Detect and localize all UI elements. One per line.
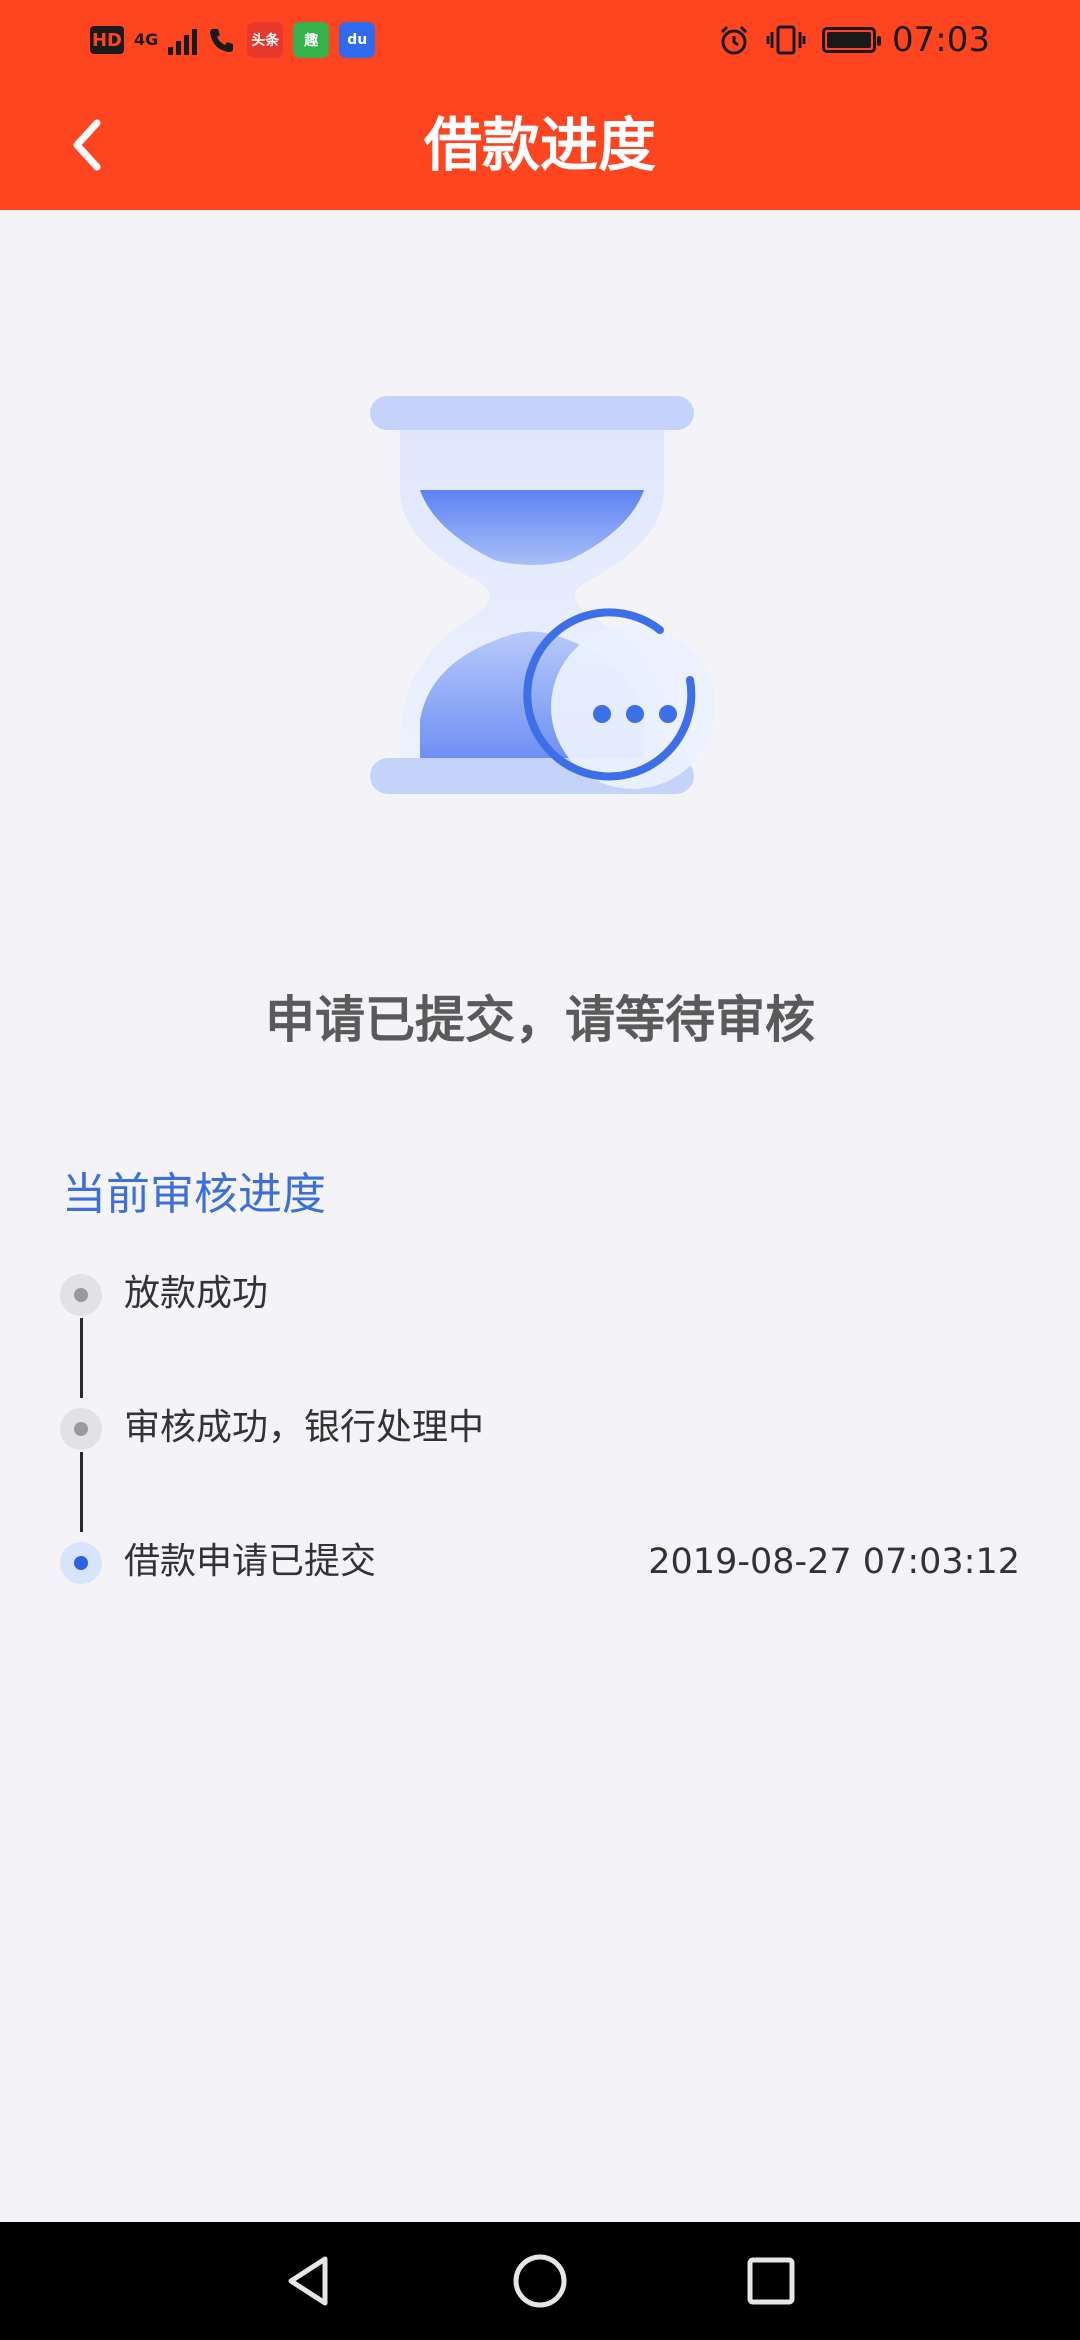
battery-icon [822,27,882,53]
status-left-group: HD 4G 头条 趣 du [90,22,376,58]
step-connector-line [80,1318,83,1398]
submission-status-message: 申请已提交，请等待审核 [265,991,815,1049]
nav-recents-button[interactable] [734,2244,808,2318]
progress-step-loan-disbursed: 放款成功 [60,1264,1020,1324]
home-circle-icon [513,2254,567,2308]
step-label: 审核成功，银行处理中 [124,1407,485,1448]
qutoutiao-app-icon: 趣 [293,22,330,58]
step-connector-line [80,1452,83,1532]
alarm-icon [720,25,748,55]
nav-back-button[interactable] [272,2244,346,2318]
step-inactive-dot-icon [60,1274,102,1316]
wifi-call-icon [210,29,234,52]
app-header: HD 4G 头条 趣 du 07:03 借款进度 [0,0,1080,210]
system-navigation-bar [0,2222,1080,2340]
vibrate-icon [766,25,806,55]
progress-step-review-passed: 审核成功，银行处理中 [60,1398,1020,1458]
step-inactive-dot-icon [60,1408,102,1450]
status-right-group: 07:03 [718,20,990,60]
step-label: 借款申请已提交 [124,1541,377,1582]
step-active-dot-icon [60,1542,102,1584]
network-type-label: 4G [134,30,159,49]
status-bar: HD 4G 头条 趣 du 07:03 [0,0,1080,84]
nav-home-button[interactable] [503,2244,577,2318]
baidu-app-icon: du [339,22,376,58]
progress-step-application-submitted: 借款申请已提交 2019-08-27 07:03:12 [60,1532,1020,1592]
hourglass-pending-illustration [370,396,715,794]
hd-icon: HD [90,26,124,54]
back-triangle-icon [288,2256,328,2306]
step-timestamp: 2019-08-27 07:03:12 [648,1542,1020,1582]
page-title: 借款进度 [423,111,656,179]
recents-square-icon [747,2257,795,2305]
signal-icon [168,25,198,55]
step-label: 放款成功 [124,1273,269,1314]
status-time: 07:03 [892,20,990,60]
progress-section-title: 当前审核进度 [62,1169,326,1220]
toutiao-app-icon: 头条 [247,22,284,58]
